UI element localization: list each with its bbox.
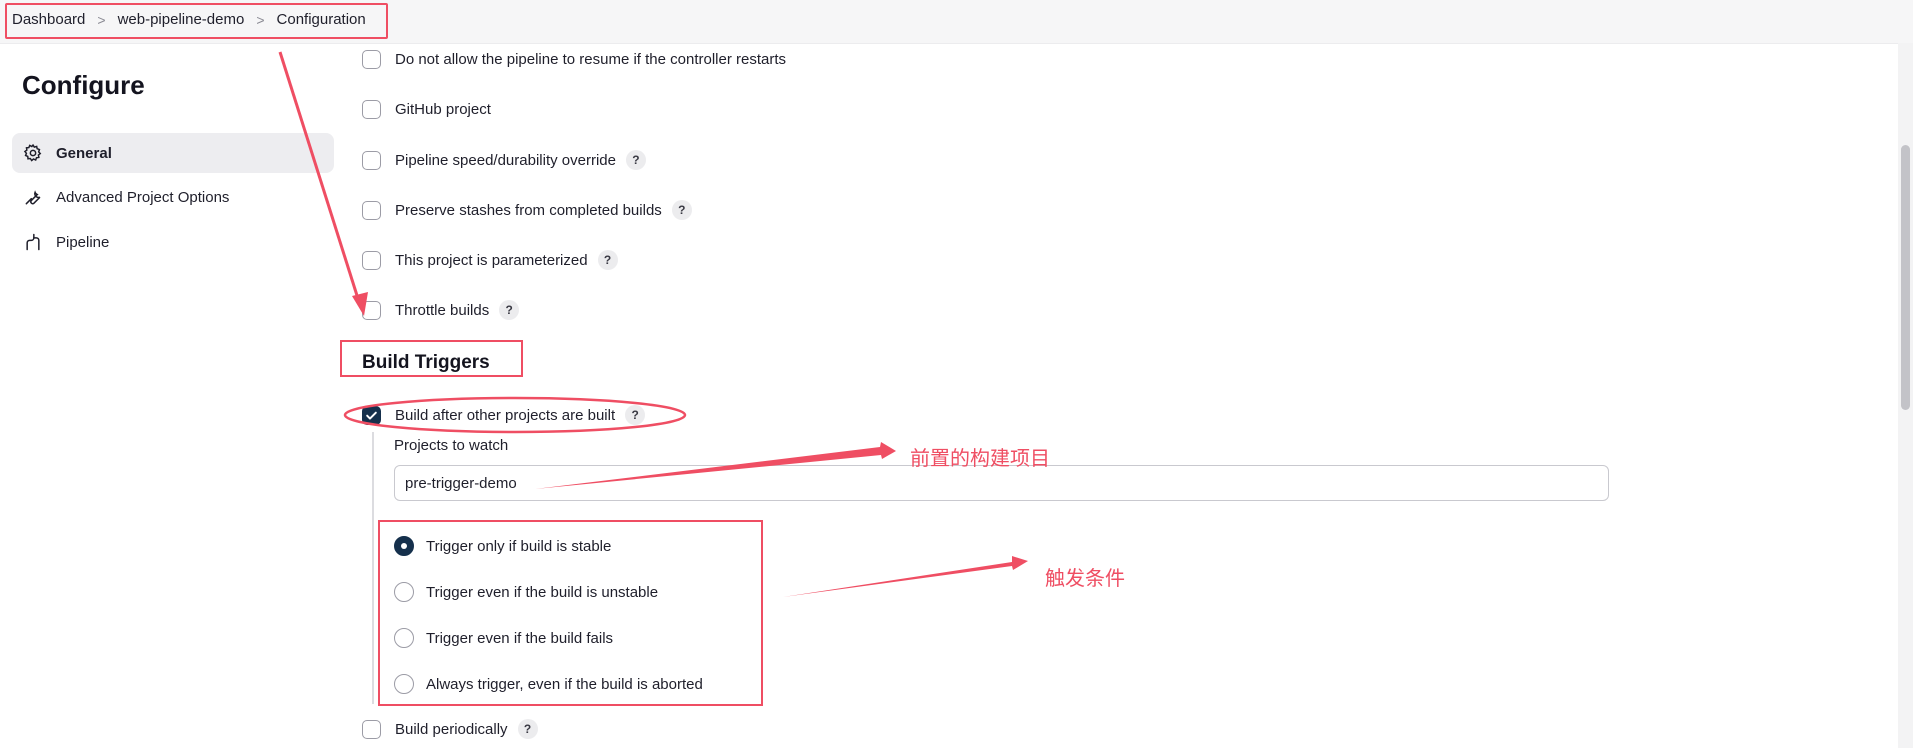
option-build-periodically: Build periodically ?	[362, 719, 538, 739]
sidebar-item-pipeline[interactable]: Pipeline	[12, 222, 334, 262]
option-label: Build periodically	[395, 720, 508, 738]
help-icon[interactable]: ?	[671, 200, 692, 220]
option-label: This project is parameterized	[395, 251, 588, 269]
sidebar-item-label: Advanced Project Options	[56, 188, 230, 206]
annotation-upstream-project: 前置的构建项目	[910, 446, 1050, 470]
option-parameterized: This project is parameterized ?	[362, 250, 618, 270]
help-icon[interactable]: ?	[597, 250, 618, 270]
checkbox[interactable]	[362, 100, 381, 119]
projects-to-watch-label: Projects to watch	[394, 437, 509, 454]
checkbox[interactable]	[362, 150, 381, 170]
annotation-box-build-triggers	[340, 340, 523, 377]
annotation-trigger-condition: 触发条件	[1045, 566, 1125, 590]
option-label: Do not allow the pipeline to resume if t…	[395, 51, 787, 68]
sidebar-item-advanced[interactable]: Advanced Project Options	[12, 177, 334, 217]
sidebar-item-label: General	[56, 144, 112, 162]
help-icon[interactable]: ?	[625, 405, 646, 425]
sidebar-item-label: Pipeline	[56, 233, 110, 251]
annotation-box-breadcrumb	[5, 3, 388, 39]
checkbox-checked[interactable]	[362, 405, 381, 425]
pipeline-icon	[22, 231, 44, 253]
checkbox[interactable]	[362, 200, 381, 220]
wrench-icon	[22, 186, 44, 208]
option-durability-override: Pipeline speed/durability override ?	[362, 150, 646, 170]
option-github-project: GitHub project	[362, 100, 491, 119]
option-label: Pipeline speed/durability override	[395, 151, 616, 169]
checkbox[interactable]	[362, 719, 381, 739]
option-label: GitHub project	[395, 101, 491, 118]
option-build-after-other: Build after other projects are built ?	[362, 405, 646, 425]
check-icon	[366, 411, 377, 420]
checkbox[interactable]	[362, 300, 381, 320]
sidebar-item-general[interactable]: General	[12, 133, 334, 173]
help-icon[interactable]: ?	[517, 719, 538, 739]
option-throttle-builds: Throttle builds ?	[362, 300, 520, 320]
annotation-box-trigger-conditions	[378, 520, 763, 706]
option-preserve-stashes: Preserve stashes from completed builds ?	[362, 200, 692, 220]
annotation-arrows	[278, 51, 1028, 597]
nested-divider	[372, 432, 374, 704]
scrollbar-thumb[interactable]	[1901, 145, 1910, 410]
option-label: Build after other projects are built	[395, 406, 616, 424]
checkbox[interactable]	[362, 250, 381, 270]
checkbox[interactable]	[362, 50, 381, 69]
help-icon[interactable]: ?	[625, 150, 646, 170]
help-icon[interactable]: ?	[499, 300, 520, 320]
option-no-resume: Do not allow the pipeline to resume if t…	[362, 50, 786, 69]
option-label: Throttle builds	[395, 301, 490, 319]
gear-icon	[22, 142, 44, 164]
page-title: Configure	[22, 70, 145, 100]
option-label: Preserve stashes from completed builds	[395, 201, 662, 219]
